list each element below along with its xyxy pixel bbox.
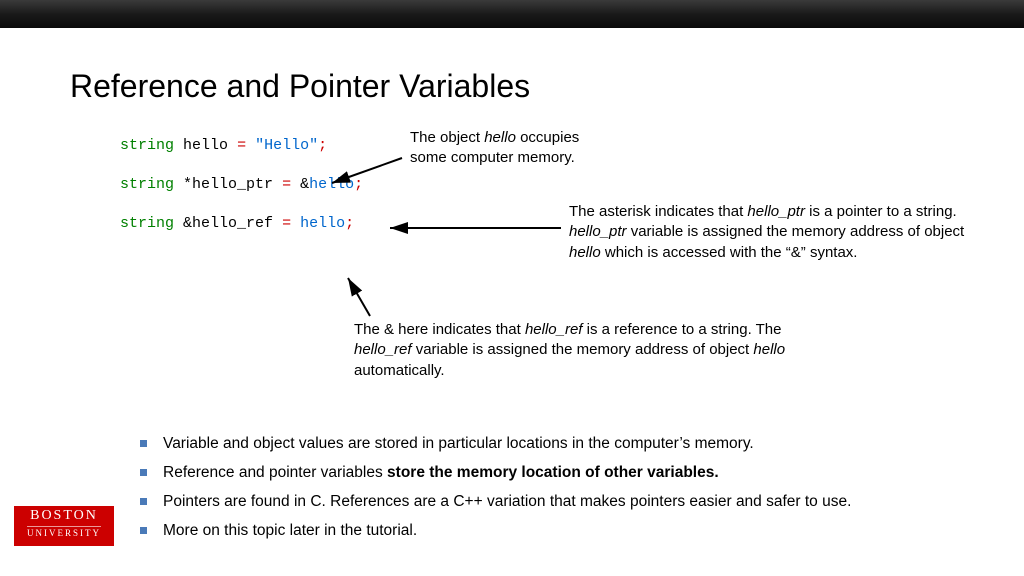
bullet-item: Pointers are found in C. References are …: [140, 492, 980, 513]
bullet-item: Variable and object values are stored in…: [140, 434, 980, 455]
bullet-list: Variable and object values are stored in…: [140, 434, 980, 550]
bullet-icon: [140, 498, 147, 505]
annotation-2: The asterisk indicates that hello_ptr is…: [569, 202, 969, 263]
top-bar: [0, 0, 1024, 28]
annotation-3: The & here indicates that hello_ref is a…: [354, 320, 814, 381]
bullet-icon: [140, 527, 147, 534]
bullet-icon: [140, 469, 147, 476]
annotation-1: The object hello occupies some computer …: [410, 128, 590, 169]
code-line-2: string *hello_ptr = &hello;: [120, 174, 954, 195]
boston-university-logo: BOSTON UNIVERSITY: [14, 506, 114, 546]
bullet-item: Reference and pointer variables store th…: [140, 463, 980, 484]
bullet-item: More on this topic later in the tutorial…: [140, 521, 980, 542]
bullet-icon: [140, 440, 147, 447]
slide-title: Reference and Pointer Variables: [70, 68, 954, 105]
